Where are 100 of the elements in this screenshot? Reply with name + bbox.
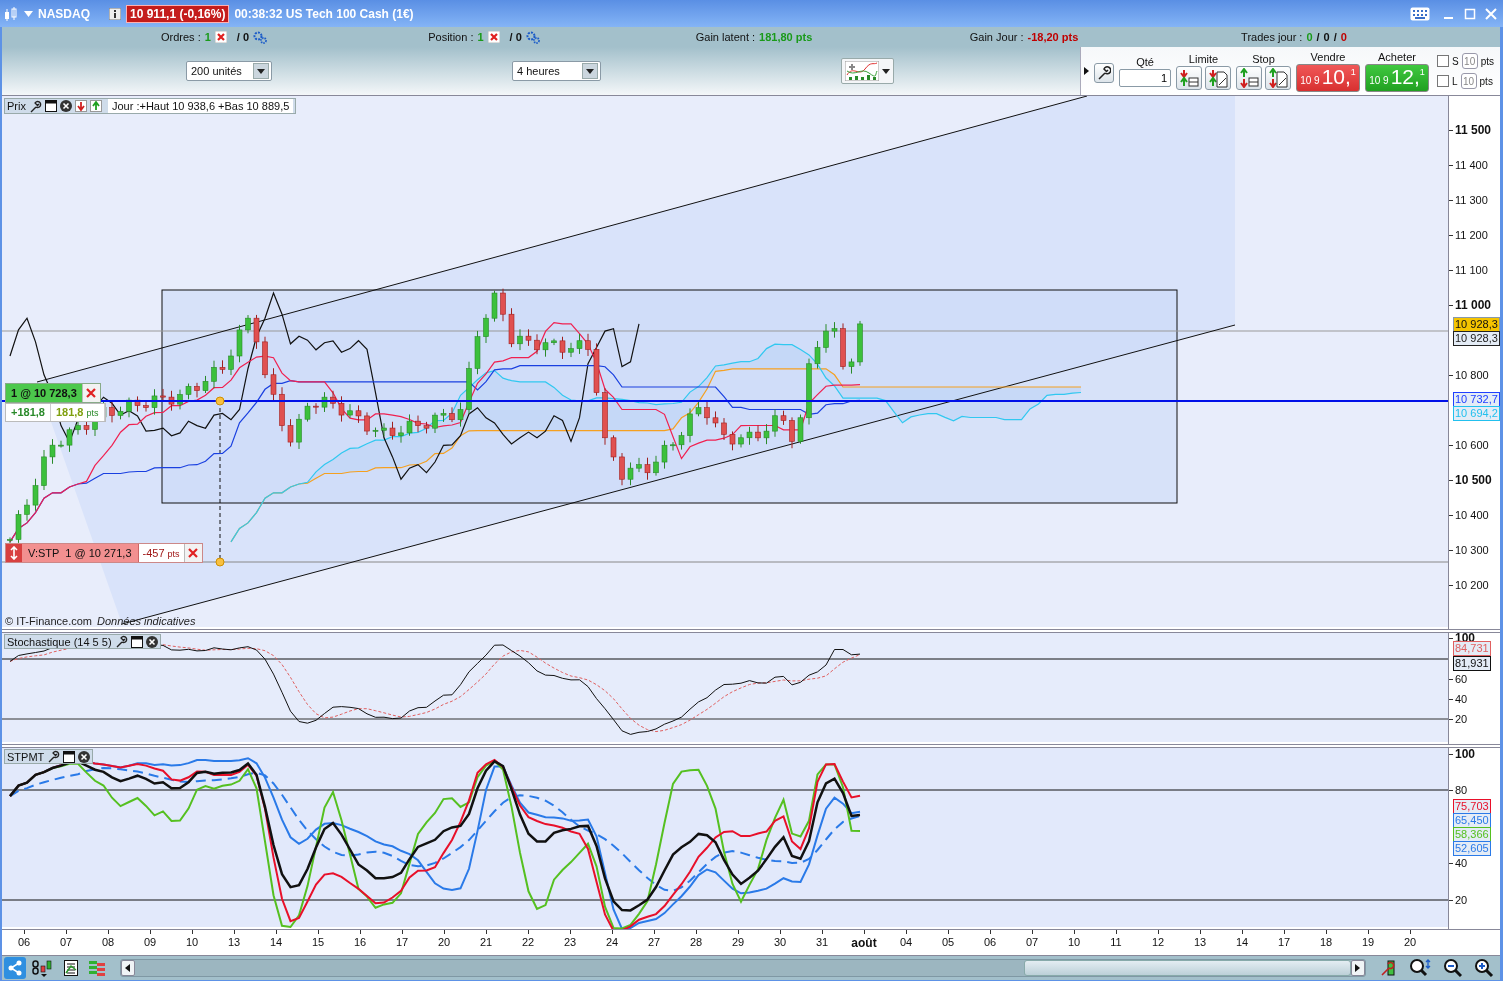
up-arrow-icon[interactable] [89, 100, 102, 112]
day-range-text: Jour :+Haut 10 938,6 +Bas 10 889,5 [107, 99, 294, 113]
cancel-icon[interactable] [214, 31, 227, 43]
checkbox[interactable] [1437, 75, 1449, 87]
separator-text: / [1333, 31, 1337, 43]
cancel-order-button[interactable] [183, 544, 202, 562]
cancel-icon[interactable] [487, 31, 500, 43]
points-field[interactable]: 10 [1460, 73, 1477, 89]
chart-indicators-icon [845, 61, 879, 81]
wrench-icon[interactable] [114, 635, 128, 648]
buy-label: Acheter [1378, 50, 1416, 63]
limit-order-icon [1179, 67, 1199, 88]
price-quote: 10 911,1 (-0,16%) [126, 4, 230, 23]
wrench-candle-icon[interactable] [1379, 959, 1398, 977]
ladder-icon [87, 959, 106, 977]
window-icon[interactable] [63, 750, 76, 763]
separator-text: / [1316, 31, 1320, 43]
zoom-fit-icon[interactable] [1409, 958, 1431, 978]
stop-ticket-icon [1268, 67, 1288, 88]
info-label: Gain Jour : [969, 31, 1024, 43]
unit-label: pts [1480, 55, 1494, 67]
points-field[interactable]: 10 [1461, 53, 1478, 69]
gears-icon[interactable] [525, 30, 540, 44]
info-label: Gain latent : [695, 31, 756, 43]
close-icon[interactable] [59, 100, 72, 112]
settings-button[interactable] [1094, 63, 1114, 83]
instrument-description: 00:38:32 US Tech 100 Cash (1€) [234, 6, 414, 21]
range-rectangle[interactable] [161, 289, 1178, 504]
units-dropdown[interactable]: 200 unités [186, 61, 272, 81]
quantity-field[interactable]: 1 [1119, 68, 1171, 87]
horizontal-scrollbar[interactable] [119, 959, 1366, 977]
info-total: / 0 [236, 31, 250, 43]
trade-count: 0 [1306, 31, 1313, 43]
dropdown-arrow-icon [253, 63, 269, 79]
dropdown-arrow-icon [582, 63, 598, 79]
chain-candle-icon [32, 959, 54, 977]
pnl-points: 181,8 pts [50, 404, 105, 421]
close-icon [86, 388, 97, 398]
info-value: 181,80 pts [759, 31, 813, 43]
limit-ticket-icon [1208, 67, 1228, 88]
stop-label: Stop [1252, 52, 1275, 65]
keyboard-icon[interactable] [1410, 6, 1430, 21]
quantity-label: Qté [1136, 55, 1154, 68]
zoom-out-icon[interactable] [1442, 958, 1463, 978]
price-legend[interactable]: Prix [7, 100, 26, 112]
info-value: -18,20 pts [1027, 31, 1079, 43]
info-label: Trades jour : [1241, 31, 1303, 43]
anchor-point[interactable] [215, 396, 225, 406]
maximize-icon[interactable] [1464, 7, 1476, 20]
copyright-text: © IT-Finance.com [5, 615, 92, 627]
value-tag: 84,731 [1453, 641, 1491, 656]
info-icon[interactable] [109, 7, 121, 20]
scroll-right-button[interactable] [1350, 960, 1365, 976]
value-tag: 81,931 [1453, 656, 1491, 671]
wrench-icon[interactable] [47, 750, 61, 763]
expand-arrow-icon[interactable] [1084, 67, 1089, 75]
price-tag: 10 928,3 [1453, 331, 1500, 346]
down-arrow-icon[interactable] [74, 100, 87, 112]
sell-label: Vendre [1310, 50, 1346, 63]
report-icon [63, 960, 78, 976]
checkbox-label: L [1452, 75, 1458, 87]
window-icon[interactable] [130, 635, 143, 648]
trade-count: 0 [1323, 31, 1330, 43]
pnl-value: +181,8 [6, 404, 51, 421]
indicators-button[interactable] [841, 58, 894, 84]
disclaimer-text: Données indicatives [96, 615, 196, 627]
double-arrow-icon [10, 546, 18, 560]
stop-order-button[interactable] [1236, 65, 1262, 90]
stop-points: -457 pts [141, 546, 181, 561]
stop-ticket-button[interactable] [1265, 65, 1291, 90]
info-label: Position : [428, 31, 474, 43]
gears-icon[interactable] [253, 30, 268, 44]
move-order-button[interactable] [6, 544, 22, 562]
scroll-left-button[interactable] [120, 960, 135, 976]
close-icon[interactable] [145, 635, 158, 648]
unit-label: pts [1479, 75, 1493, 87]
wrench-icon[interactable] [28, 99, 42, 113]
stop-order-icon [1239, 67, 1259, 88]
candlestick-icon[interactable] [3, 5, 19, 22]
limit-label: Limite [1188, 52, 1219, 65]
share-button[interactable] [4, 957, 26, 979]
right-arrow-icon [1355, 964, 1361, 972]
value-tag: 52,605 [1453, 841, 1491, 856]
caret-icon[interactable] [24, 10, 33, 17]
checkbox[interactable] [1437, 55, 1449, 67]
close-icon[interactable] [78, 750, 91, 763]
info-total: / 0 [509, 31, 522, 43]
period-dropdown[interactable]: 4 heures [512, 61, 601, 81]
trade-count: 0 [1340, 31, 1347, 43]
zoom-in-icon[interactable] [1474, 958, 1494, 978]
stop-order-tag[interactable]: V:STP 1 @ 10 271,3 [22, 544, 139, 562]
info-label: Ordres : [160, 31, 201, 43]
caret-icon [882, 68, 890, 74]
limit-order-button[interactable] [1176, 65, 1202, 90]
window-icon[interactable] [44, 100, 57, 112]
limit-ticket-button[interactable] [1205, 65, 1231, 90]
share-icon [7, 960, 23, 976]
position-tag[interactable]: 1 @ 10 728,3 [6, 384, 82, 402]
scroll-thumb[interactable] [1023, 960, 1351, 976]
close-icon [188, 548, 199, 558]
